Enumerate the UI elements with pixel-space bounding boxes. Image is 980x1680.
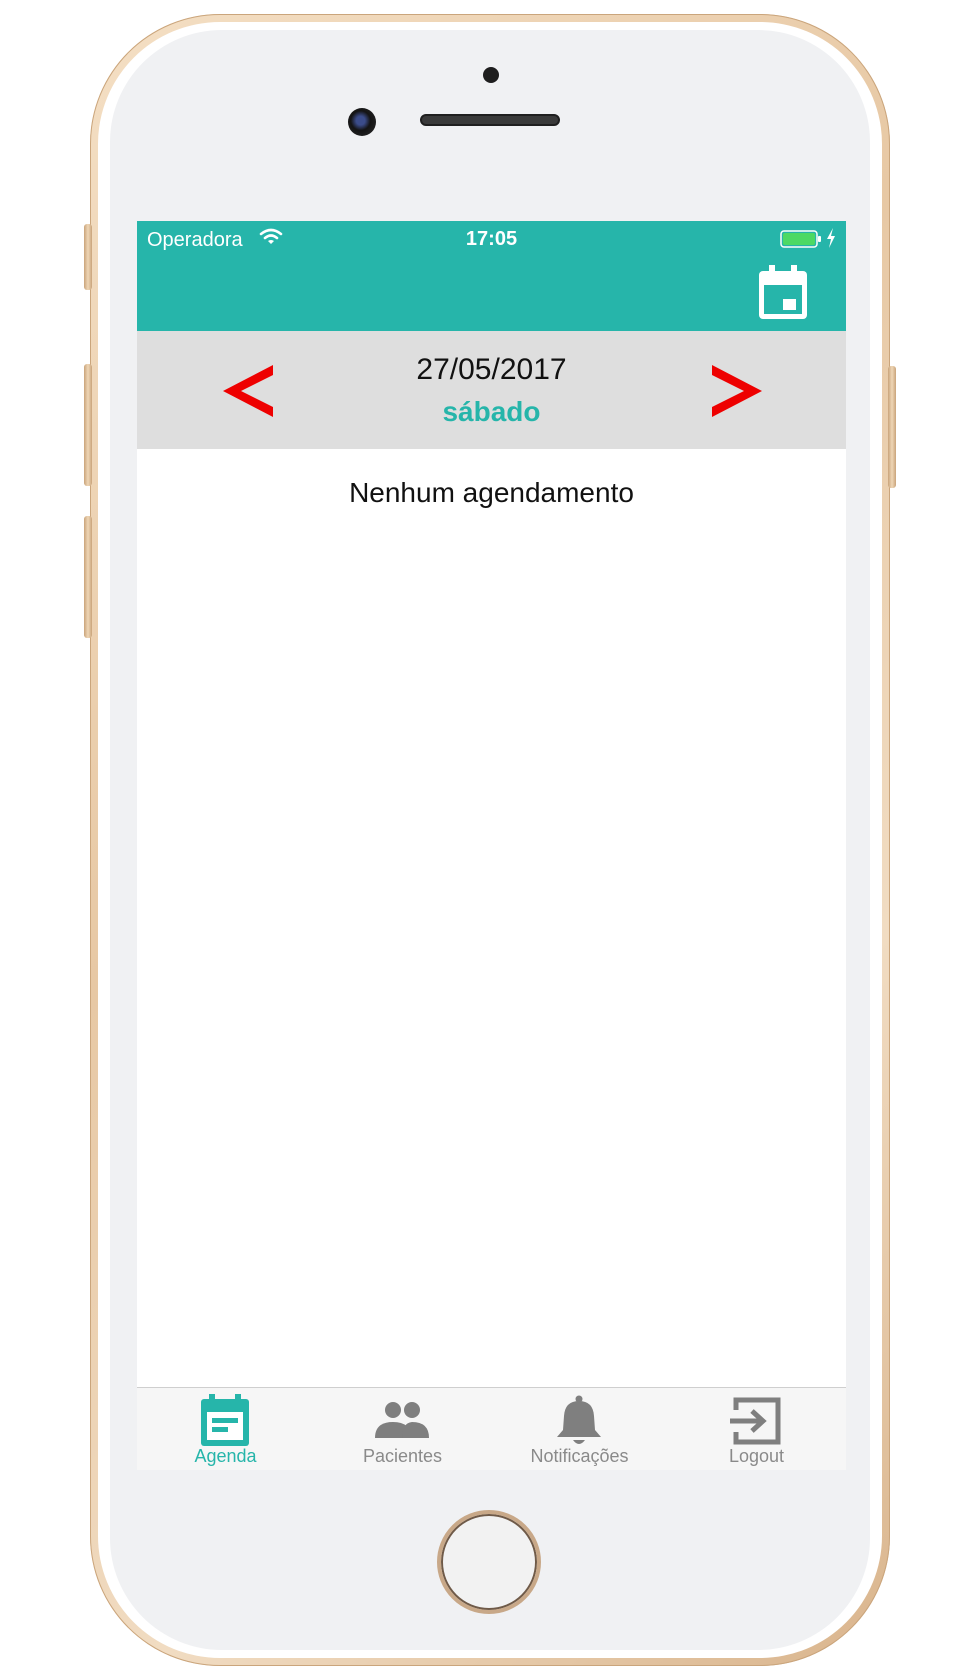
volume-up-button bbox=[84, 364, 92, 486]
bell-icon bbox=[557, 1395, 601, 1444]
app-screen: Operadora 17:05 27/05/2017 sábado Nenhum… bbox=[137, 221, 846, 1470]
tab-logout[interactable]: Logout bbox=[668, 1388, 845, 1470]
tab-label: Notificações bbox=[530, 1446, 629, 1466]
chevron-right-icon[interactable] bbox=[708, 361, 764, 421]
tab-label: Agenda bbox=[194, 1446, 257, 1466]
front-camera bbox=[348, 108, 376, 136]
agenda-icon bbox=[201, 1394, 249, 1446]
bolt-icon bbox=[827, 228, 835, 248]
status-time: 17:05 bbox=[465, 228, 518, 250]
tab-pacientes[interactable]: Pacientes bbox=[314, 1388, 491, 1470]
empty-appointments-message: Nenhum agendamento bbox=[349, 477, 634, 508]
earpiece-speaker bbox=[420, 114, 560, 126]
tab-agenda[interactable]: Agenda bbox=[137, 1388, 314, 1470]
mute-switch bbox=[84, 224, 92, 290]
home-button[interactable] bbox=[437, 1510, 541, 1614]
tab-bar: Agenda Pacientes Notificações Logout bbox=[137, 1387, 846, 1470]
volume-down-button bbox=[84, 516, 92, 638]
logout-icon bbox=[730, 1397, 781, 1445]
calendar-icon[interactable] bbox=[755, 263, 811, 321]
proximity-sensor bbox=[483, 67, 499, 83]
battery-icon bbox=[780, 230, 821, 248]
people-icon bbox=[375, 1402, 429, 1438]
tab-label: Pacientes bbox=[362, 1446, 443, 1466]
status-bar: Operadora 17:05 bbox=[137, 221, 846, 261]
app-header bbox=[137, 261, 846, 331]
date-navigator: 27/05/2017 sábado bbox=[137, 331, 846, 449]
tab-label: Logout bbox=[728, 1446, 785, 1466]
tab-notificacoes[interactable]: Notificações bbox=[491, 1388, 668, 1470]
power-button bbox=[888, 366, 896, 488]
